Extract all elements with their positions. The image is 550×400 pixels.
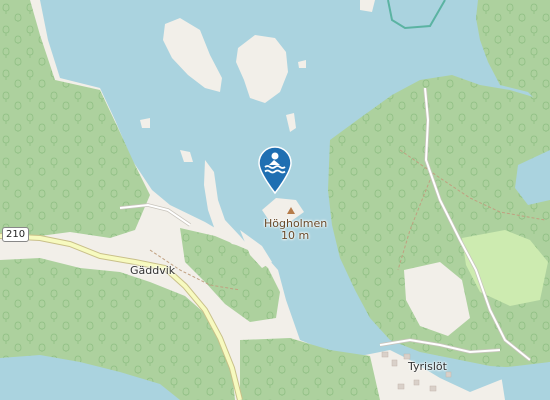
peak-label-elevation: 10 m bbox=[281, 229, 310, 242]
location-pin-marker[interactable] bbox=[255, 145, 295, 195]
map-base-layer bbox=[0, 0, 550, 400]
place-label-tyrislot[interactable]: Tyrislöt bbox=[408, 361, 447, 373]
peak-icon bbox=[287, 207, 295, 214]
place-label-gaddvik[interactable]: Gäddvik bbox=[130, 265, 175, 277]
map-canvas[interactable]: 210 Gäddvik Tyrislöt Högholmen 10 m bbox=[0, 0, 550, 400]
water-east-small bbox=[500, 362, 550, 400]
road-shield-210: 210 bbox=[2, 227, 30, 242]
